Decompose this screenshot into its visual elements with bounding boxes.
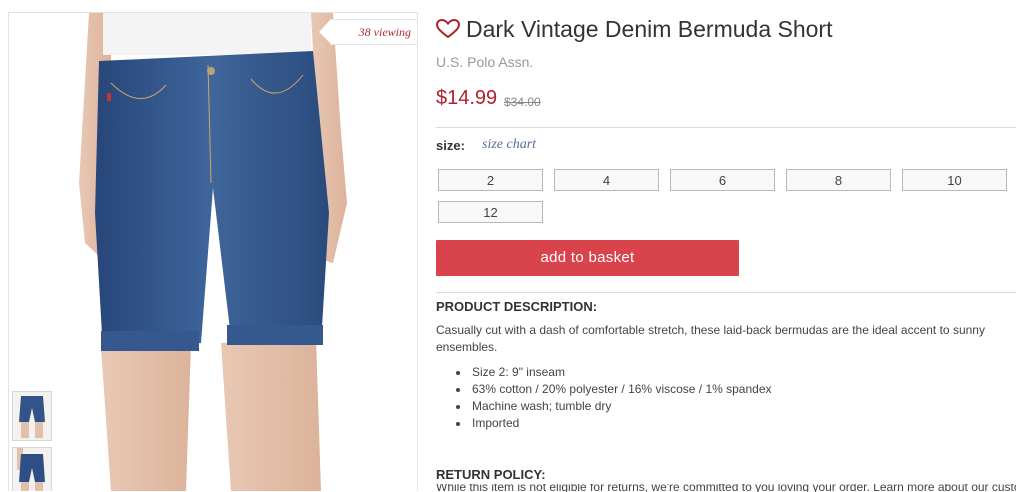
thumbnail-image <box>13 392 51 440</box>
product-gallery: 38 viewing <box>8 12 418 491</box>
size-chart-link[interactable]: size chart <box>482 137 536 153</box>
heart-icon[interactable] <box>436 19 460 39</box>
divider <box>436 127 1016 128</box>
size-option-6[interactable]: 6 <box>670 169 775 191</box>
thumbnail-2[interactable] <box>12 447 52 491</box>
list-item: Imported <box>456 415 772 432</box>
list-item: 63% cotton / 20% polyester / 16% viscose… <box>456 381 772 398</box>
size-label: size: <box>436 138 465 153</box>
sale-price: $14.99 <box>436 87 498 109</box>
description-text: Casually cut with a dash of comfortable … <box>436 323 985 354</box>
list-item: Size 2: 9" inseam <box>456 364 772 381</box>
size-option-8[interactable]: 8 <box>786 169 891 191</box>
description-bullets: Size 2: 9" inseam 63% cotton / 20% polye… <box>456 364 772 432</box>
description-heading: PRODUCT DESCRIPTION: <box>436 299 598 314</box>
product-title-row: Dark Vintage Denim Bermuda Short <box>436 16 832 43</box>
product-title: Dark Vintage Denim Bermuda Short <box>466 16 833 42</box>
original-price: $34.00 <box>504 95 541 109</box>
size-option-10[interactable]: 10 <box>902 169 1007 191</box>
size-option-12[interactable]: 12 <box>438 201 543 223</box>
return-policy-text-line: While this item is not eligible for retu… <box>436 484 1016 492</box>
size-option-4[interactable]: 4 <box>554 169 659 191</box>
divider <box>436 292 1016 293</box>
viewing-badge: 38 viewing <box>319 19 417 45</box>
brand-name[interactable]: U.S. Polo Assn. <box>436 54 533 70</box>
return-policy-heading: RETURN POLICY: <box>436 467 546 482</box>
viewing-count: 38 viewing <box>358 25 411 39</box>
thumbnail-1[interactable] <box>12 391 52 441</box>
thumbnail-image <box>13 448 51 491</box>
add-to-basket-button[interactable]: add to basket <box>436 240 739 276</box>
size-option-2[interactable]: 2 <box>438 169 543 191</box>
product-image <box>79 13 347 491</box>
list-item: Machine wash; tumble dry <box>456 398 772 415</box>
return-policy-text: While this item is not eligible for retu… <box>436 484 1016 492</box>
